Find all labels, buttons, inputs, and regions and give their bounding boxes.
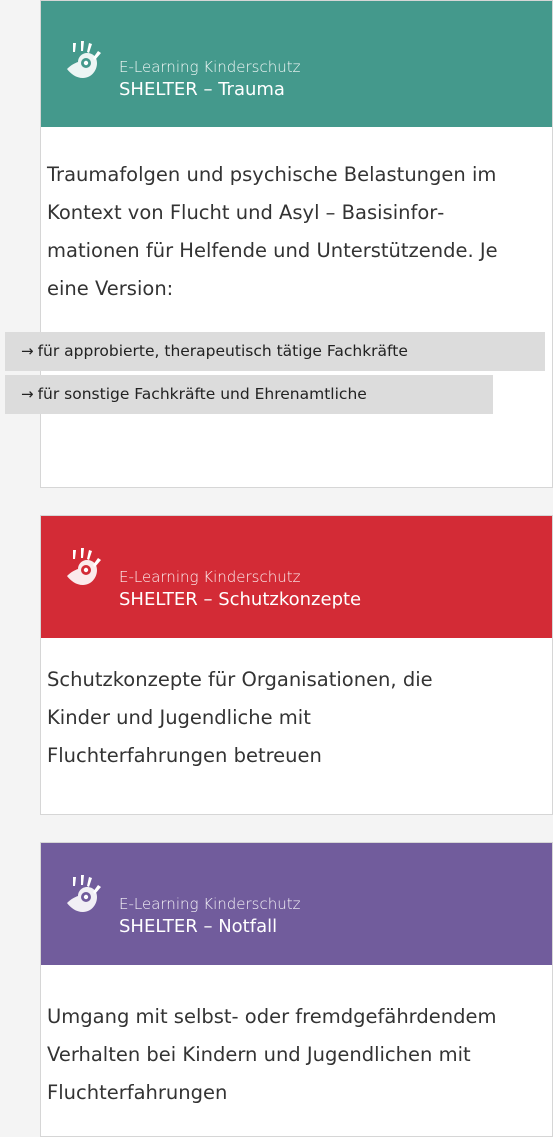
card-description: Schutzkonzepte für Organisationen, die K…	[47, 668, 433, 767]
hand-logo-icon	[67, 41, 101, 78]
card-body: Schutzkonzepte für Organisationen, die K…	[41, 638, 552, 775]
hand-logo-icon	[67, 875, 101, 912]
arrow-right-icon: →	[21, 385, 34, 403]
arrow-right-icon: →	[21, 342, 34, 360]
card-header[interactable]: E-Learning Kinderschutz SHELTER – Notfal…	[41, 843, 552, 965]
card-body: Umgang mit selbst- oder fremdgefähr­dend…	[41, 965, 552, 1112]
link-label: für sonstige Fachkräfte und Ehrenamtlich…	[37, 385, 367, 403]
course-card-notfall[interactable]: E-Learning Kinderschutz SHELTER – Notfal…	[40, 842, 553, 1137]
header-subtitle: E-Learning Kinderschutz	[119, 58, 301, 76]
card-header[interactable]: E-Learning Kinderschutz SHELTER – Trauma	[41, 1, 552, 127]
card-description: Umgang mit selbst- oder fremdgefähr­dend…	[47, 1005, 497, 1104]
link-label: für approbierte, therapeutisch tätige Fa…	[37, 342, 408, 360]
header-subtitle: E-Learning Kinderschutz	[119, 568, 301, 586]
card-body: Traumafolgen und psychische Belastungen …	[41, 127, 552, 308]
link-sonstige-fachkraefte[interactable]: → für sonstige Fachkräfte und Ehrenamtlic…	[5, 375, 493, 414]
link-approbierte-fachkraefte[interactable]: → für approbierte, therapeutisch tätige F…	[5, 332, 545, 371]
header-title: SHELTER – Trauma	[119, 79, 285, 100]
header-title: SHELTER – Notfall	[119, 916, 278, 937]
header-subtitle: E-Learning Kinderschutz	[119, 895, 301, 913]
course-card-trauma[interactable]: E-Learning Kinderschutz SHELTER – Trauma…	[40, 0, 553, 488]
header-title: SHELTER – Schutzkonzepte	[119, 589, 362, 610]
card-description: Traumafolgen und psychische Belastungen …	[47, 163, 498, 300]
card-header[interactable]: E-Learning Kinderschutz SHELTER – Schutz…	[41, 516, 552, 638]
hand-logo-icon	[67, 548, 101, 585]
course-card-schutzkonzepte[interactable]: E-Learning Kinderschutz SHELTER – Schutz…	[40, 515, 553, 815]
